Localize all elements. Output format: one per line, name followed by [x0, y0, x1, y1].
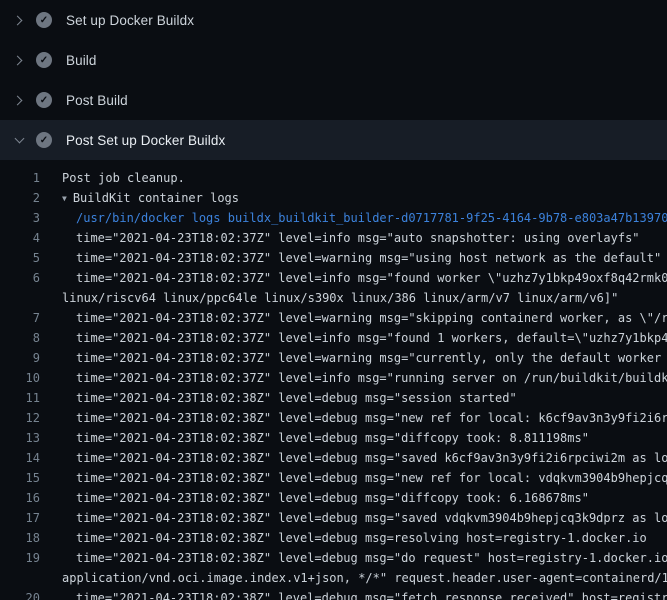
line-number[interactable]: 7 [0, 311, 40, 325]
step-header-post-build[interactable]: ✓ Post Build [0, 80, 667, 120]
line-number[interactable]: 5 [0, 251, 40, 265]
log-text: time="2021-04-23T18:02:38Z" level=debug … [76, 531, 647, 545]
log-text: time="2021-04-23T18:02:37Z" level=info m… [76, 371, 667, 385]
chevron-glyph [13, 95, 23, 105]
log-line: 14 time="2021-04-23T18:02:38Z" level=debu… [0, 448, 667, 468]
log-text: application/vnd.oci.image.index.v1+json,… [62, 571, 667, 585]
line-number[interactable]: 13 [0, 431, 40, 445]
check-circle-icon: ✓ [36, 12, 52, 28]
log-line: 15 time="2021-04-23T18:02:38Z" level=debu… [0, 468, 667, 488]
check-circle-icon: ✓ [36, 52, 52, 68]
line-number[interactable]: 20 [0, 591, 40, 600]
check-circle-icon: ✓ [36, 132, 52, 148]
chevron-right-icon[interactable] [12, 93, 26, 107]
log-line-continuation: application/vnd.oci.image.index.v1+json,… [0, 568, 667, 588]
log-text: time="2021-04-23T18:02:37Z" level=warnin… [76, 311, 667, 325]
log-line: 16 time="2021-04-23T18:02:38Z" level=debu… [0, 488, 667, 508]
chevron-glyph [13, 15, 23, 25]
log-line: 17 time="2021-04-23T18:02:38Z" level=debu… [0, 508, 667, 528]
log-text: time="2021-04-23T18:02:38Z" level=debug … [76, 491, 589, 505]
line-number[interactable]: 1 [0, 171, 40, 185]
log-text: time="2021-04-23T18:02:37Z" level=info m… [76, 231, 640, 245]
line-number[interactable]: 11 [0, 391, 40, 405]
line-number[interactable]: 15 [0, 471, 40, 485]
log-line: 7 time="2021-04-23T18:02:37Z" level=warni… [0, 308, 667, 328]
line-number[interactable]: 4 [0, 231, 40, 245]
log-text: time="2021-04-23T18:02:38Z" level=debug … [76, 591, 667, 600]
group-title[interactable]: BuildKit container logs [73, 191, 239, 205]
log-text: time="2021-04-23T18:02:38Z" level=debug … [76, 451, 667, 465]
step-label: Set up Docker Buildx [66, 13, 194, 28]
log-line: 11 time="2021-04-23T18:02:38Z" level=debu… [0, 388, 667, 408]
log-text: time="2021-04-23T18:02:38Z" level=debug … [76, 471, 667, 485]
log-line: 6 time="2021-04-23T18:02:37Z" level=info … [0, 268, 667, 288]
log-area: 1 Post job cleanup. 2 ▼ BuildKit container l… [0, 160, 667, 600]
log-text: Post job cleanup. [62, 171, 185, 185]
log-text: time="2021-04-23T18:02:38Z" level=debug … [76, 411, 667, 425]
log-text: time="2021-04-23T18:02:37Z" level=warnin… [76, 351, 667, 365]
line-number[interactable]: 9 [0, 351, 40, 365]
steps-list: ✓ Set up Docker Buildx ✓ Build ✓ Post Build ✓ P… [0, 0, 667, 160]
log-line: 19 time="2021-04-23T18:02:38Z" level=debu… [0, 548, 667, 568]
log-line: 4 time="2021-04-23T18:02:37Z" level=info … [0, 228, 667, 248]
log-line: 5 time="2021-04-23T18:02:37Z" level=warni… [0, 248, 667, 268]
step-label: Build [66, 53, 97, 68]
log-line: 20 time="2021-04-23T18:02:38Z" level=debu… [0, 588, 667, 600]
log-line: 2 ▼ BuildKit container logs [0, 188, 667, 208]
log-text: time="2021-04-23T18:02:38Z" level=debug … [76, 431, 589, 445]
log-line: 18 time="2021-04-23T18:02:38Z" level=debu… [0, 528, 667, 548]
line-number[interactable]: 19 [0, 551, 40, 565]
log-text: time="2021-04-23T18:02:38Z" level=debug … [76, 391, 517, 405]
log-text: ▼ BuildKit container logs [62, 191, 239, 205]
command-text: /usr/bin/docker logs buildx_buildkit_bui… [76, 211, 667, 225]
step-label: Post Set up Docker Buildx [66, 133, 225, 148]
log-line: 1 Post job cleanup. [0, 168, 667, 188]
line-number[interactable]: 14 [0, 451, 40, 465]
triangle-down-icon[interactable]: ▼ [62, 194, 67, 203]
line-number[interactable]: 17 [0, 511, 40, 525]
log-text: time="2021-04-23T18:02:37Z" level=warnin… [76, 251, 661, 265]
chevron-glyph [13, 55, 23, 65]
line-number[interactable]: 16 [0, 491, 40, 505]
log-line: 8 time="2021-04-23T18:02:37Z" level=info … [0, 328, 667, 348]
log-line: 13 time="2021-04-23T18:02:38Z" level=debu… [0, 428, 667, 448]
line-number[interactable]: 12 [0, 411, 40, 425]
line-number[interactable]: 3 [0, 211, 40, 225]
chevron-right-icon[interactable] [12, 13, 26, 27]
log-text: time="2021-04-23T18:02:38Z" level=debug … [76, 551, 667, 565]
log-line: 9 time="2021-04-23T18:02:37Z" level=warni… [0, 348, 667, 368]
step-header-post-set-up-docker-buildx[interactable]: ✓ Post Set up Docker Buildx [0, 120, 667, 160]
log-line: 3/usr/bin/docker logs buildx_buildkit_bu… [0, 208, 667, 228]
chevron-down-icon[interactable] [12, 133, 26, 147]
line-number[interactable]: 18 [0, 531, 40, 545]
log-text: time="2021-04-23T18:02:37Z" level=info m… [76, 331, 667, 345]
step-label: Post Build [66, 93, 128, 108]
log-line: 12 time="2021-04-23T18:02:38Z" level=debu… [0, 408, 667, 428]
line-number[interactable]: 8 [0, 331, 40, 345]
line-number[interactable]: 10 [0, 371, 40, 385]
log-text: time="2021-04-23T18:02:38Z" level=debug … [76, 511, 667, 525]
chevron-right-icon[interactable] [12, 53, 26, 67]
line-number[interactable]: 2 [0, 191, 40, 205]
log-line-continuation: linux/riscv64 linux/ppc64le linux/s390x … [0, 288, 667, 308]
line-number[interactable]: 6 [0, 271, 40, 285]
chevron-glyph [14, 134, 24, 144]
check-circle-icon: ✓ [36, 92, 52, 108]
step-header-build[interactable]: ✓ Build [0, 40, 667, 80]
log-line: 10 time="2021-04-23T18:02:37Z" level=info… [0, 368, 667, 388]
step-header-set-up-docker-buildx[interactable]: ✓ Set up Docker Buildx [0, 0, 667, 40]
log-text: time="2021-04-23T18:02:37Z" level=info m… [76, 271, 667, 285]
log-text: linux/riscv64 linux/ppc64le linux/s390x … [62, 291, 618, 305]
